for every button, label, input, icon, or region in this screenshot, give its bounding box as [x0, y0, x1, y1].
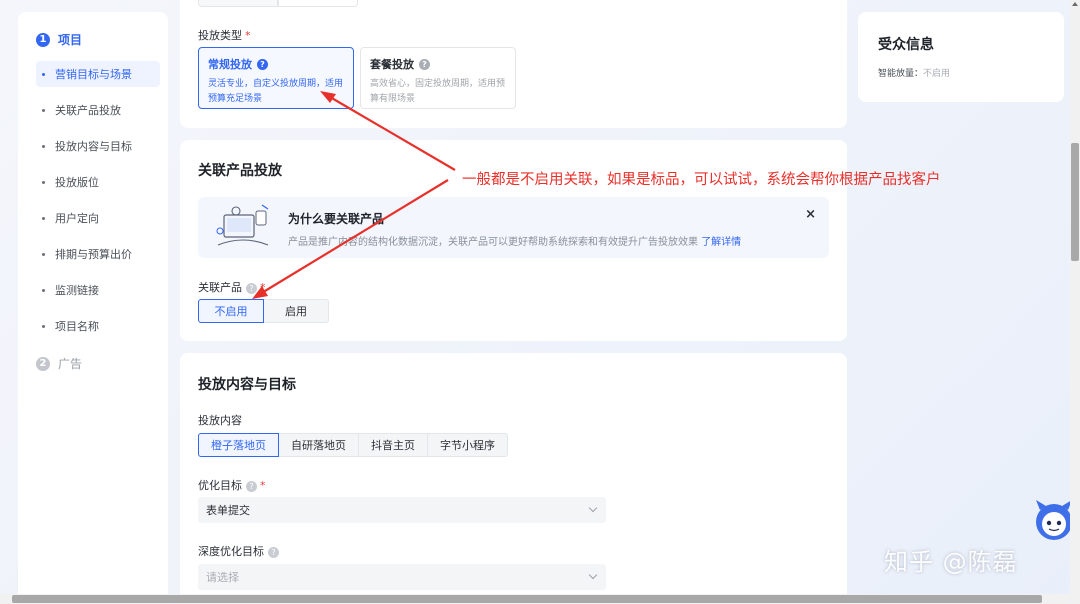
- horizontal-scroll-thumb[interactable]: [12, 595, 1042, 603]
- vertical-scroll-thumb[interactable]: [1071, 143, 1079, 261]
- watermark: 知乎 @陈磊: [884, 548, 1018, 576]
- option-disable[interactable]: 不启用: [198, 299, 264, 323]
- annotation-arrows: [252, 91, 456, 299]
- tab-orange-landing[interactable]: 橙子落地页: [198, 433, 279, 457]
- annotation-text: 一般都是不启用关联，如果是标品，可以试试，系统会帮你根据产品找客户: [462, 172, 941, 188]
- vertical-scrollbar[interactable]: [1070, 0, 1080, 594]
- horizontal-scrollbar[interactable]: [0, 594, 1080, 604]
- scroll-up-icon[interactable]: [1072, 2, 1078, 6]
